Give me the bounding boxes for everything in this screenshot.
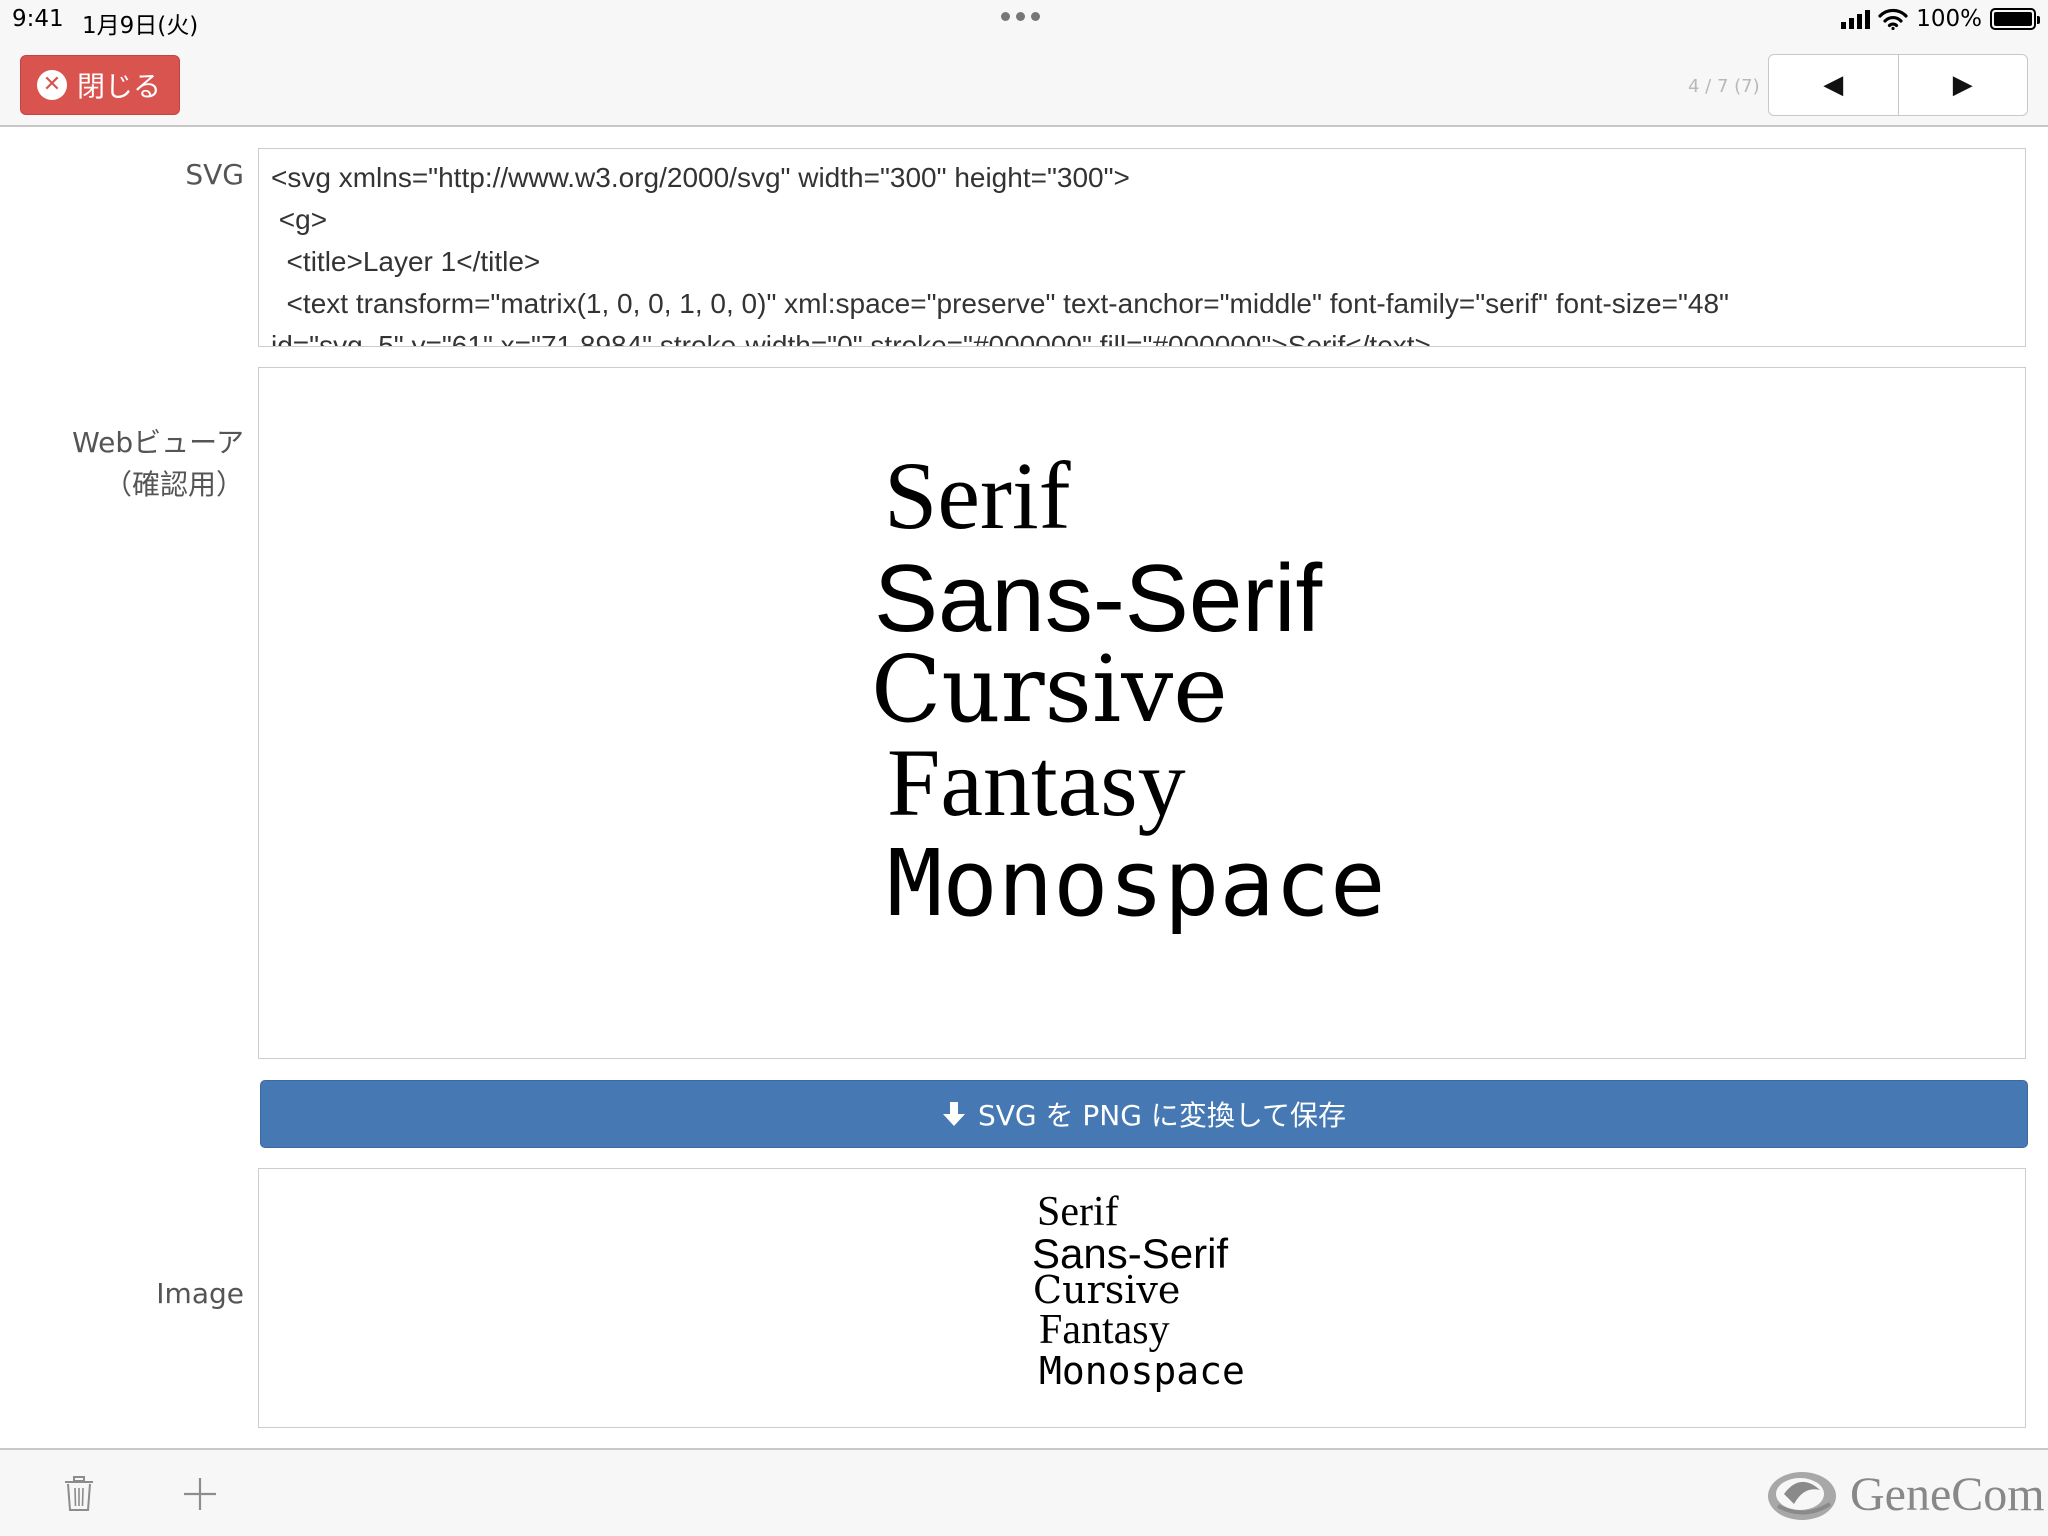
convert-button-label: SVG を PNG に変換して保存: [977, 1099, 1346, 1132]
status-indicators: 100%: [1841, 6, 2040, 32]
close-circle-icon: ✕: [37, 70, 67, 100]
record-counter: 4 / 7 (7): [1688, 76, 1760, 97]
status-bar: 9:41 1月9日(火) 100%: [0, 0, 2048, 42]
battery-percent: 100%: [1916, 6, 1982, 32]
next-record-button[interactable]: ▶: [1897, 55, 2028, 115]
app-screen: 9:41 1月9日(火) 100% ✕ 閉じる 4 / 7 (7) ◀ ▶ SV…: [0, 0, 2048, 1536]
add-plus-icon[interactable]: [182, 1476, 218, 1512]
png-image-preview[interactable]: Serif Sans-Serif Cursive Fantasy Monospa…: [258, 1168, 2026, 1428]
genecom-logo: GeneCom: [1764, 1464, 2045, 1524]
record-pager: ◀ ▶: [1768, 54, 2028, 116]
svg-field-label: SVG: [185, 158, 244, 191]
viewer-text-sans-serif: Sans-Serif: [874, 545, 1323, 652]
genecom-logo-mark-icon: [1768, 1472, 1836, 1520]
image-field-label: Image: [156, 1277, 244, 1310]
wifi-icon: [1878, 8, 1908, 30]
viewer-text-fantasy: Fantasy: [887, 729, 1186, 836]
web-viewer-label-line1: Webビューア: [72, 426, 244, 459]
image-text-fantasy: Fantasy: [1039, 1307, 1170, 1353]
cellular-signal-icon: [1841, 9, 1871, 29]
viewer-text-monospace: Monospace: [887, 830, 1386, 937]
image-text-serif: Serif: [1037, 1189, 1119, 1235]
multitasking-dots-icon[interactable]: [1001, 12, 1040, 21]
web-viewer-label: Webビューア （確認用）: [40, 422, 244, 506]
close-button[interactable]: ✕ 閉じる: [20, 55, 180, 115]
status-time: 9:41: [12, 6, 64, 32]
svg-code-textarea[interactable]: <svg xmlns="http://www.w3.org/2000/svg" …: [258, 148, 2026, 347]
genecom-logo-text: GeneCom: [1850, 1467, 2045, 1521]
web-viewer-label-line2: （確認用）: [103, 468, 244, 501]
bottom-toolbar: GeneCom: [0, 1448, 2048, 1536]
convert-to-png-button[interactable]: SVG を PNG に変換して保存: [260, 1080, 2028, 1148]
web-viewer: Serif Sans-Serif Cursive Fantasy Monospa…: [258, 367, 2026, 1059]
previous-record-button[interactable]: ◀: [1769, 55, 1898, 115]
battery-icon: [1990, 8, 2040, 30]
trash-icon[interactable]: [64, 1476, 94, 1512]
image-text-cursive: Cursive: [1033, 1268, 1181, 1312]
download-arrow-icon: [942, 1102, 965, 1126]
viewer-text-serif: Serif: [884, 442, 1071, 549]
close-button-label: 閉じる: [77, 70, 162, 103]
image-text-monospace: Monospace: [1039, 1349, 1245, 1393]
viewer-text-cursive: Cursive: [871, 636, 1228, 743]
status-date: 1月9日(火): [82, 13, 199, 39]
top-toolbar: ✕ 閉じる 4 / 7 (7) ◀ ▶: [0, 42, 2048, 127]
